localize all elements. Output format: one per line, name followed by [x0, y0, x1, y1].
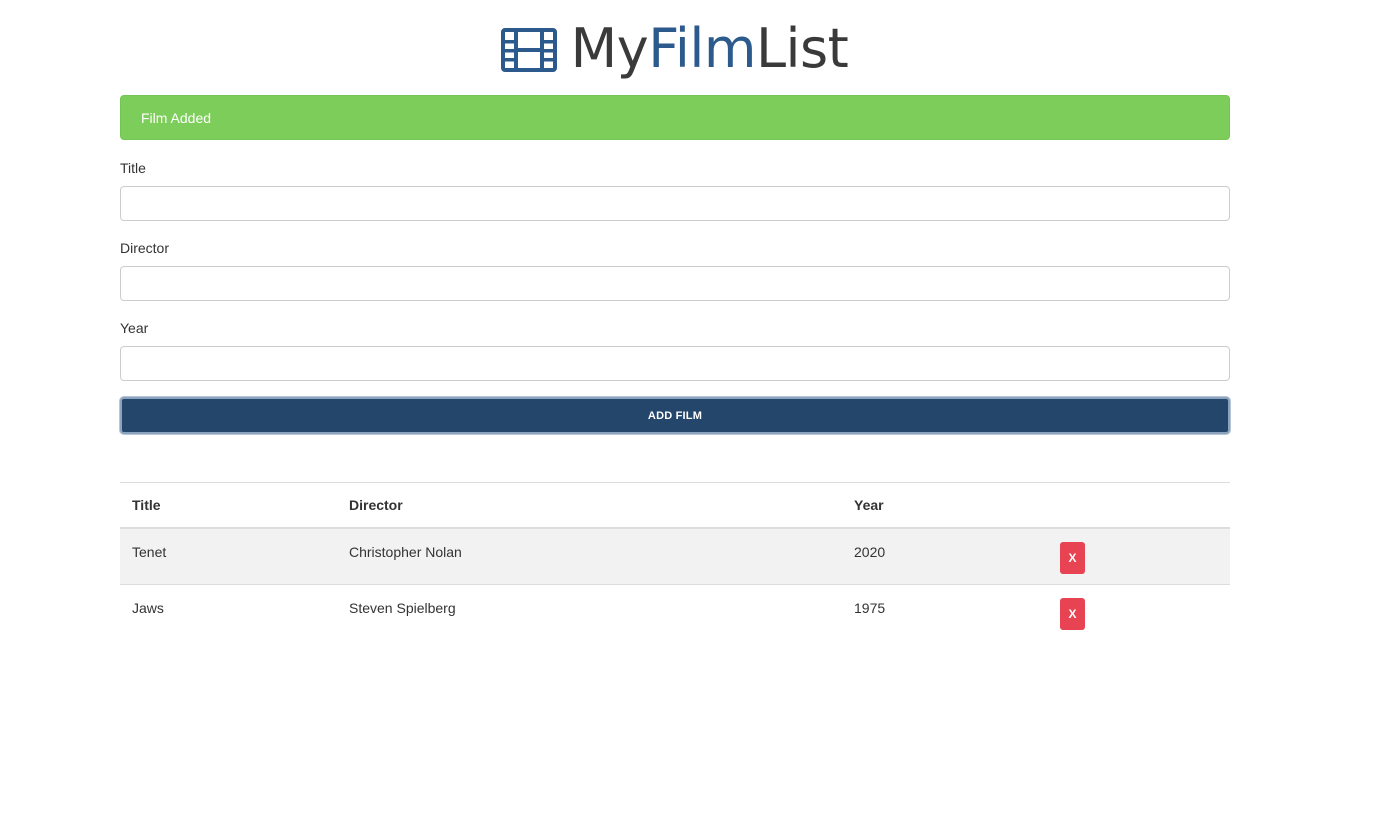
year-label: Year [120, 320, 149, 336]
cell-actions: X [1048, 584, 1230, 640]
header-row: Title Director Year [120, 482, 1230, 529]
app-title-part-my: My [570, 17, 649, 80]
cell-year: 1975 [854, 599, 886, 616]
year-input[interactable] [120, 346, 1230, 381]
delete-button[interactable]: X [1060, 597, 1085, 630]
film-table-header: Title Director Year [120, 482, 1230, 529]
delete-button[interactable]: X [1060, 542, 1085, 574]
film-icon [500, 28, 557, 72]
main-container: Film Added Title Director Year ADD FILM … [120, 95, 1230, 640]
header-actions [1048, 483, 1230, 529]
cell-director: Christopher Nolan [349, 544, 462, 560]
app-title-part-list: List [755, 17, 849, 80]
cell-actions: X [1048, 528, 1230, 584]
cell-title: Tenet [132, 544, 167, 560]
app-header: MyFilmList [0, 18, 1349, 80]
cell-title: Jaws [132, 599, 164, 616]
director-label: Director [120, 240, 170, 256]
director-field-group: Director [120, 240, 1230, 301]
cell-year: 2020 [854, 544, 886, 560]
title-label: Title [120, 160, 146, 176]
add-film-form: Title Director Year ADD FILM [120, 160, 1230, 434]
director-input[interactable] [120, 266, 1230, 301]
table-row: Jaws Steven Spielberg 1975 X [120, 584, 1230, 640]
cell-director: Steven Spielberg [349, 599, 456, 616]
table-row: Tenet Christopher Nolan 2020 X [120, 528, 1230, 584]
title-input[interactable] [120, 186, 1230, 221]
add-film-button[interactable]: ADD FILM [120, 397, 1230, 434]
header-title: Title [132, 497, 161, 513]
success-alert: Film Added [120, 95, 1230, 140]
header-year: Year [854, 497, 884, 513]
film-table-body: Tenet Christopher Nolan 2020 X Jaws Stev… [120, 528, 1230, 640]
header-director: Director [349, 497, 403, 513]
title-field-group: Title [120, 160, 1230, 221]
page: MyFilmList Film Added Title Director Yea… [0, 0, 1379, 838]
alert-message: Film Added [141, 109, 212, 126]
app-title-part-film: Film [648, 17, 756, 80]
app-title: MyFilmList [571, 18, 849, 80]
film-table: Title Director Year Tenet Christopher No… [120, 482, 1230, 640]
year-field-group: Year [120, 320, 1230, 381]
